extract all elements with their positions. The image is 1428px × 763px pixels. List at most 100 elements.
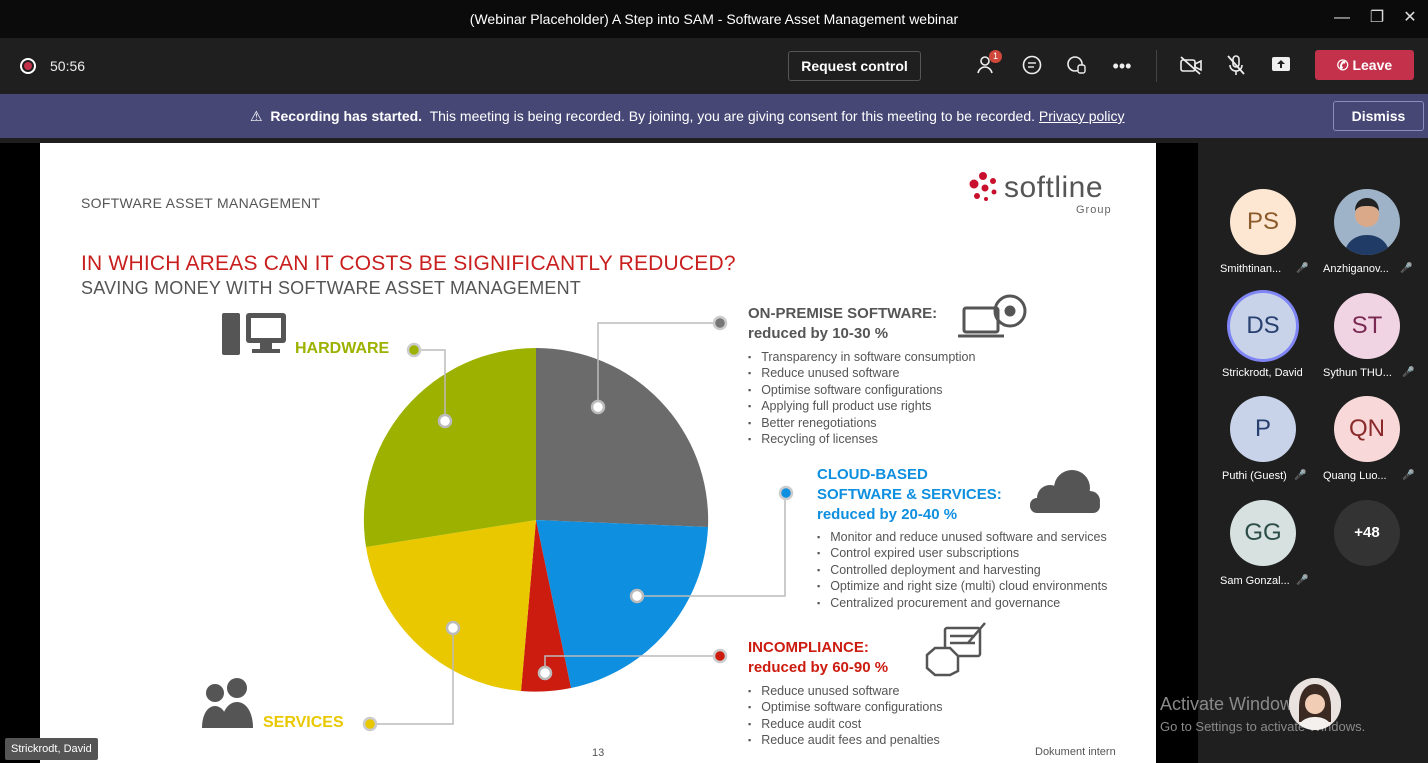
list-item: Recycling of licenses xyxy=(748,432,975,448)
slide-footer: Dokument intern xyxy=(1035,746,1116,758)
list-item: Monitor and reduce unused software and s… xyxy=(817,530,1107,546)
participant-avatar[interactable]: QN xyxy=(1334,396,1400,462)
participant-name: Smithtinan... xyxy=(1220,263,1282,275)
people-icon xyxy=(202,678,253,728)
pie-slice-services xyxy=(366,520,536,691)
list-item: Optimise software configurations xyxy=(748,383,975,399)
avatar-initials: P xyxy=(1254,415,1271,442)
cloud-icon xyxy=(1030,470,1100,513)
recording-icon xyxy=(20,58,36,74)
leave-button[interactable]: ✆ Leave xyxy=(1315,50,1414,80)
banner-text: This meeting is being recorded. By joini… xyxy=(429,108,1036,124)
list-item: Centralized procurement and governance xyxy=(817,596,1107,612)
onpremise-list: Transparency in software consumption Red… xyxy=(748,350,975,448)
list-item: Controlled deployment and harvesting xyxy=(817,563,1107,579)
shared-content-stage: SOFTWARE ASSET MANAGEMENT IN WHICH AREAS… xyxy=(0,143,1198,763)
incompliance-sub: reduced by 60-90 % xyxy=(748,659,889,676)
participant-avatar-speaking[interactable]: DS xyxy=(1230,293,1296,359)
avatar-initials: QN xyxy=(1349,415,1385,442)
list-item: Optimize and right size (multi) cloud en… xyxy=(817,579,1107,595)
camera-off-icon[interactable] xyxy=(1178,54,1204,78)
mic-muted-icon: 🎤 xyxy=(1400,263,1413,274)
list-item: Reduce unused software xyxy=(748,366,975,382)
chat-icon[interactable] xyxy=(1019,54,1045,78)
participant-name: Sythun THU... xyxy=(1323,367,1392,379)
share-screen-icon[interactable] xyxy=(1268,54,1294,78)
more-options-icon[interactable]: ••• xyxy=(1109,54,1135,78)
self-view-avatar[interactable] xyxy=(1289,678,1341,730)
avatar-initials: ST xyxy=(1351,312,1383,339)
more-count: +48 xyxy=(1354,524,1380,541)
onpremise-sub: reduced by 10-30 % xyxy=(748,325,889,342)
banner-message: ⚠ Recording has started. This meeting is… xyxy=(250,108,1125,125)
mic-icon: 🎤 xyxy=(1294,470,1307,481)
participant-avatar[interactable] xyxy=(1334,189,1400,255)
list-item: Transparency in software consumption xyxy=(748,350,975,366)
cloud-list: Monitor and reduce unused software and s… xyxy=(817,530,1107,612)
cloud-sub: reduced by 20-40 % xyxy=(817,506,958,523)
presenter-name-chip: Strickrodt, David xyxy=(5,738,98,760)
list-item: Reduce unused software xyxy=(748,684,943,700)
meeting-timer: 50:56 xyxy=(50,58,86,74)
list-item: Reduce audit cost xyxy=(748,717,943,733)
participant-name: Puthi (Guest) xyxy=(1222,470,1287,482)
mic-icon: 🎤 xyxy=(1402,367,1415,378)
restore-icon[interactable]: ❐ xyxy=(1363,6,1391,30)
participant-name: Strickrodt, David xyxy=(1222,367,1303,379)
window-title: (Webinar Placeholder) A Step into SAM - … xyxy=(469,11,959,27)
list-item: Reduce audit fees and penalties xyxy=(748,733,943,749)
incompliance-title: INCOMPLIANCE: xyxy=(748,639,869,656)
raise-hand-icon[interactable] xyxy=(1064,54,1090,78)
warning-icon: ⚠ xyxy=(250,108,263,124)
participants-badge: 1 xyxy=(989,50,1002,63)
slide-page-number: 13 xyxy=(592,747,605,759)
services-label: SERVICES xyxy=(263,714,344,731)
hangup-icon: ✆ xyxy=(1336,57,1349,73)
participant-name: Quang Luo... xyxy=(1323,470,1387,482)
participants-icon[interactable]: 1 xyxy=(975,50,1002,78)
presentation-slide: SOFTWARE ASSET MANAGEMENT IN WHICH AREAS… xyxy=(40,143,1156,763)
mic-muted-icon: 🎤 xyxy=(1296,263,1309,274)
participant-name: Anzhiganov... xyxy=(1323,263,1389,275)
request-control-button[interactable]: Request control xyxy=(788,51,921,81)
minimize-icon[interactable]: — xyxy=(1328,6,1356,30)
incompliance-list: Reduce unused software Optimise software… xyxy=(748,684,943,750)
participant-avatar[interactable]: GG xyxy=(1230,500,1296,566)
mic-icon: 🎤 xyxy=(1296,575,1309,586)
participant-avatar[interactable]: ST xyxy=(1334,293,1400,359)
title-bar: (Webinar Placeholder) A Step into SAM - … xyxy=(0,0,1428,38)
list-item: Applying full product use rights xyxy=(748,399,975,415)
avatar-initials: DS xyxy=(1246,312,1280,339)
banner-bold: Recording has started. xyxy=(270,108,423,124)
hardware-label: HARDWARE xyxy=(295,340,390,357)
privacy-policy-link[interactable]: Privacy policy xyxy=(1039,108,1125,124)
pie-diagram xyxy=(202,294,1100,732)
participant-avatar[interactable]: PS xyxy=(1230,189,1296,255)
recording-banner: ⚠ Recording has started. This meeting is… xyxy=(0,94,1428,138)
avatar-initials: GG xyxy=(1244,519,1282,546)
dismiss-button[interactable]: Dismiss xyxy=(1333,101,1424,131)
participant-photo xyxy=(1334,189,1400,255)
participant-avatar[interactable]: P xyxy=(1230,396,1296,462)
toolbar-divider xyxy=(1156,50,1157,82)
leave-label: Leave xyxy=(1352,57,1393,73)
onpremise-title: ON-PREMISE SOFTWARE: xyxy=(748,305,938,322)
list-item: Control expired user subscriptions xyxy=(817,546,1107,562)
mic-icon: 🎤 xyxy=(1402,470,1415,481)
cloud-title-1: CLOUD-BASED xyxy=(817,466,928,483)
laptop-disc-icon xyxy=(958,294,1027,338)
avatar-initials: PS xyxy=(1246,208,1279,235)
self-view-photo xyxy=(1289,678,1341,730)
list-item: Better renegotiations xyxy=(748,416,975,432)
computer-icon xyxy=(222,313,286,355)
mic-off-icon[interactable] xyxy=(1223,54,1249,78)
pie-slice-onpremise xyxy=(536,347,709,527)
cloud-title-2: SOFTWARE & SERVICES: xyxy=(817,486,1002,503)
pie-slice-hardware xyxy=(363,347,536,547)
meeting-toolbar: 50:56 Request control 1 ••• ✆ Leave xyxy=(0,38,1428,94)
close-icon[interactable]: ✕ xyxy=(1396,6,1424,30)
participant-gallery: PS Smithtinan... 🎤 Anzhiganov... 🎤 DS St… xyxy=(1198,143,1428,643)
more-participants-button[interactable]: +48 xyxy=(1334,500,1400,566)
contract-stamp-icon xyxy=(925,622,986,677)
participant-name: Sam Gonzal... xyxy=(1220,575,1290,587)
